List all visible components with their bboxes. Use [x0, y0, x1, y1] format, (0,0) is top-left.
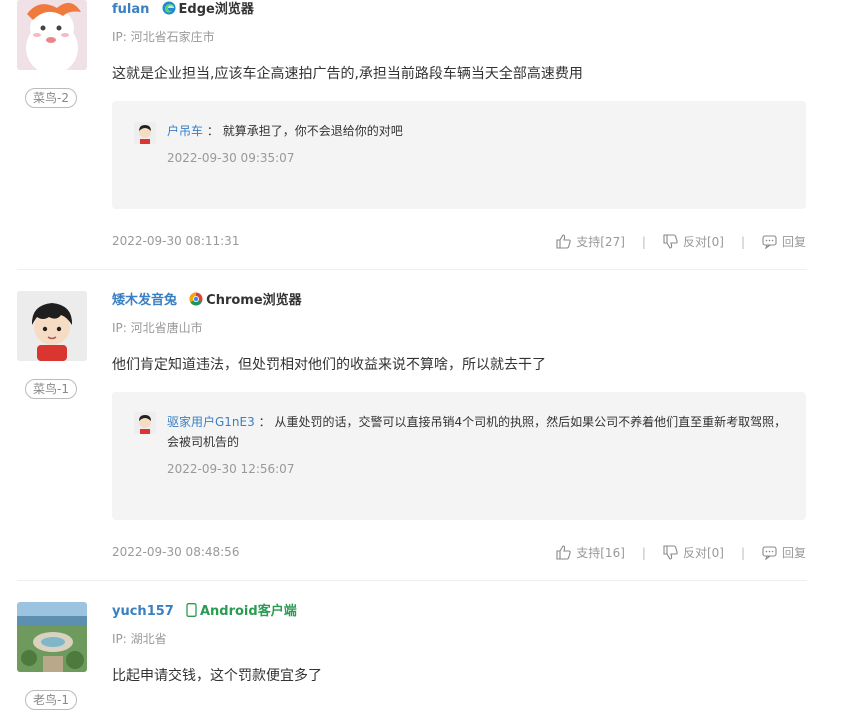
ip-location: IP: 河北省石家庄市	[112, 30, 215, 44]
thumbs-up-icon	[556, 234, 571, 249]
reply-avatar[interactable]	[134, 122, 156, 144]
comment-header: fulan Edge浏览器	[112, 1, 254, 21]
ip-location: IP: 河北省唐山市	[112, 321, 203, 335]
action-separator: |	[641, 234, 646, 249]
client-name: Edge浏览器	[178, 2, 254, 17]
comment-header: yuch157 Android客户端	[112, 603, 297, 623]
reply-avatar[interactable]	[134, 412, 156, 434]
comment-timestamp: 2022-09-30 08:11:31	[112, 234, 240, 248]
user-level-badge: 菜鸟-2	[25, 88, 77, 108]
oppose-button[interactable]: 反对[0]	[663, 233, 724, 250]
client-label: Chrome浏览器	[189, 292, 302, 308]
reply-text: 就算承担了，你不会退给你的对吧	[222, 124, 403, 138]
comment-text: 比起申请交钱，这个罚款便宜多了	[112, 668, 322, 684]
reply-content: 户吊车 ： 就算承担了，你不会退给你的对吧	[167, 121, 787, 141]
action-separator: |	[740, 234, 745, 249]
client-name: Android客户端	[199, 604, 297, 619]
username[interactable]: yuch157	[112, 604, 174, 619]
reply-box: 驱家用户G1nE3 ： 从重处罚的话，交警可以直接吊销4个司机的执照，然后如果公…	[112, 392, 806, 520]
comment-text: 这就是企业担当,应该车企高速拍广告的,承担当前路段车辆当天全部高速费用	[112, 66, 583, 82]
reply-content: 驱家用户G1nE3 ： 从重处罚的话，交警可以直接吊销4个司机的执照，然后如果公…	[167, 412, 787, 452]
thumbs-down-icon	[663, 545, 678, 560]
username[interactable]: fulan	[112, 2, 149, 17]
reply-separator: ：	[258, 415, 271, 429]
comment-actions: 支持[27] | 反对[0] | 回复	[556, 233, 806, 250]
user-level-badge: 菜鸟-1	[25, 379, 77, 399]
avatar[interactable]	[17, 291, 87, 361]
support-button[interactable]: 支持[27]	[556, 233, 625, 250]
comment-divider	[17, 580, 807, 581]
reply-separator: ：	[206, 124, 219, 138]
reply-box: 户吊车 ： 就算承担了，你不会退给你的对吧 2022-09-30 09:35:0…	[112, 101, 806, 209]
client-name: Chrome浏览器	[206, 293, 302, 308]
reply-username[interactable]: 户吊车	[167, 124, 203, 138]
reply-timestamp: 2022-09-30 09:35:07	[167, 151, 295, 165]
reply-button[interactable]: 回复	[762, 544, 806, 561]
ip-location: IP: 湖北省	[112, 632, 167, 646]
client-label: Edge浏览器	[162, 1, 254, 17]
edge-icon	[162, 1, 176, 21]
username[interactable]: 矮木发音兔	[112, 293, 177, 308]
client-label: Android客户端	[186, 603, 297, 619]
comment-divider	[17, 269, 807, 270]
support-button[interactable]: 支持[16]	[556, 544, 625, 561]
reply-label: 回复	[781, 546, 806, 560]
comment-icon	[762, 546, 777, 560]
oppose-count: 反对[0]	[682, 546, 724, 560]
comment-icon	[762, 235, 777, 249]
avatar[interactable]	[17, 602, 87, 672]
avatar[interactable]	[17, 0, 87, 70]
action-separator: |	[641, 545, 646, 560]
oppose-button[interactable]: 反对[0]	[663, 544, 724, 561]
reply-username[interactable]: 驱家用户G1nE3	[167, 415, 255, 429]
support-count: 支持[16]	[576, 546, 625, 560]
oppose-count: 反对[0]	[682, 235, 724, 249]
support-count: 支持[27]	[576, 235, 625, 249]
thumbs-down-icon	[663, 234, 678, 249]
comment-header: 矮木发音兔 Chrome浏览器	[112, 292, 302, 312]
action-separator: |	[740, 545, 745, 560]
thumbs-up-icon	[556, 545, 571, 560]
comment-actions: 支持[16] | 反对[0] | 回复	[556, 544, 806, 561]
comment-text: 他们肯定知道违法，但处罚相对他们的收益来说不算啥，所以就去干了	[112, 357, 546, 373]
comment-timestamp: 2022-09-30 08:48:56	[112, 545, 240, 559]
reply-button[interactable]: 回复	[762, 233, 806, 250]
phone-icon	[186, 603, 197, 623]
reply-timestamp: 2022-09-30 12:56:07	[167, 462, 295, 476]
chrome-icon	[189, 292, 203, 312]
user-level-badge: 老鸟-1	[25, 690, 77, 710]
reply-label: 回复	[781, 235, 806, 249]
